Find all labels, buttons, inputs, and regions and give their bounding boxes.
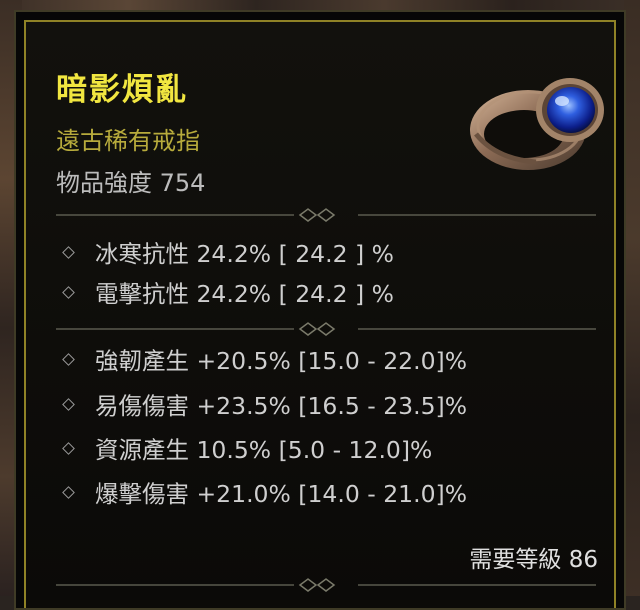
diamond-bullet-icon bbox=[62, 352, 75, 366]
implicit-stat: 冰寒抗性 24.2% [ 24.2 ] % bbox=[60, 235, 394, 269]
required-level: 需要等級 86 bbox=[469, 547, 598, 573]
item-name: 暗影煩亂 bbox=[56, 72, 188, 108]
stat-text: 易傷傷害 +23.5% [16.5 - 23.5]% bbox=[95, 392, 468, 420]
section-divider bbox=[56, 578, 596, 592]
item-type: 遠古稀有戒指 bbox=[56, 127, 200, 155]
stat-text: 強韌產生 +20.5% [15.0 - 22.0]% bbox=[95, 347, 468, 375]
diamond-bullet-icon bbox=[62, 485, 75, 499]
affix-stat: 強韌產生 +20.5% [15.0 - 22.0]% bbox=[60, 342, 467, 376]
implicit-stat: 電擊抗性 24.2% [ 24.2 ] % bbox=[60, 275, 394, 309]
ring-icon bbox=[470, 78, 604, 170]
stat-text: 冰寒抗性 24.2% [ 24.2 ] % bbox=[95, 240, 394, 268]
diamond-bullet-icon bbox=[62, 441, 75, 455]
diamond-bullet-icon bbox=[62, 397, 75, 411]
section-divider bbox=[56, 208, 596, 222]
stat-text: 爆擊傷害 +21.0% [14.0 - 21.0]% bbox=[95, 480, 468, 508]
diamond-bullet-icon bbox=[62, 245, 75, 259]
section-divider bbox=[56, 322, 596, 336]
stat-text: 資源產生 10.5% [5.0 - 12.0]% bbox=[95, 436, 433, 464]
diamond-bullet-icon bbox=[62, 285, 75, 299]
affix-stat: 易傷傷害 +23.5% [16.5 - 23.5]% bbox=[60, 387, 467, 421]
background-right-edge bbox=[624, 0, 640, 596]
affix-stat: 資源產生 10.5% [5.0 - 12.0]% bbox=[60, 431, 432, 465]
stat-text: 電擊抗性 24.2% [ 24.2 ] % bbox=[95, 280, 394, 308]
item-power: 物品強度 754 bbox=[56, 169, 206, 197]
affix-stat: 爆擊傷害 +21.0% [14.0 - 21.0]% bbox=[60, 475, 467, 509]
